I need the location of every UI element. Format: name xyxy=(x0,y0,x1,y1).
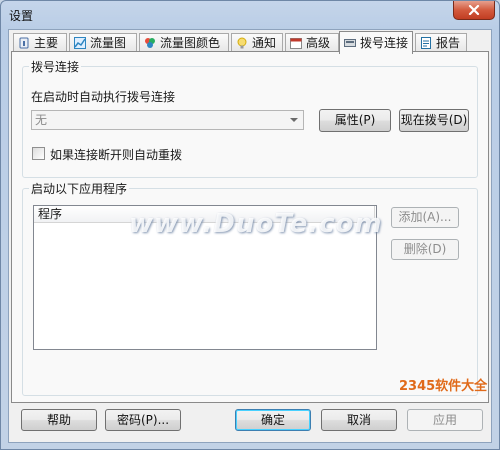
dialup-icon xyxy=(344,39,356,47)
tab-graph[interactable]: 流量图 xyxy=(69,33,137,52)
remove-program-button[interactable]: 删除(D) xyxy=(391,239,459,260)
window-title: 设置 xyxy=(9,9,34,23)
tab-report[interactable]: 报告 xyxy=(415,33,467,52)
settings-window: 设置 主要 流量图 流量图颜色 通知 高级 拨号连接 报告 拨号连接 在启动时自… xyxy=(0,0,500,450)
properties-button[interactable]: 属性(P) xyxy=(319,109,391,132)
watermark-text: www.DuoTe.com xyxy=(129,209,383,239)
close-icon xyxy=(468,5,480,15)
add-program-button[interactable]: 添加(A)... xyxy=(391,207,459,228)
watermark-logo: 2345软件大全 xyxy=(399,379,488,394)
startup-apps-group-title: 启动以下应用程序 xyxy=(29,180,130,197)
tab-strip: 主要 流量图 流量图颜色 通知 高级 拨号连接 报告 xyxy=(11,31,491,54)
bulb-icon xyxy=(237,37,247,49)
report-icon xyxy=(421,37,431,49)
tab-graph-colors[interactable]: 流量图颜色 xyxy=(139,33,229,52)
close-button[interactable] xyxy=(453,1,495,20)
cancel-button[interactable]: 取消 xyxy=(321,409,397,431)
main-icon xyxy=(19,37,29,49)
title-bar[interactable]: 设置 xyxy=(1,1,499,29)
combo-value: 无 xyxy=(35,113,48,127)
palette-icon xyxy=(145,38,155,48)
graph-icon xyxy=(74,37,86,49)
chevron-down-icon[interactable] xyxy=(290,118,298,122)
dialup-connection-select[interactable]: 无 xyxy=(31,110,304,130)
calendar-icon xyxy=(290,38,302,49)
tab-notify[interactable]: 通知 xyxy=(231,33,283,52)
tab-label: 拨号连接 xyxy=(360,36,409,50)
dialup-group-title: 拨号连接 xyxy=(29,58,82,75)
password-button[interactable]: 密码(P)... xyxy=(105,409,181,431)
tab-label: 流量图颜色 xyxy=(160,36,221,50)
tab-dialup[interactable]: 拨号连接 xyxy=(339,31,413,54)
column-header-label: 程序 xyxy=(38,207,63,221)
tab-label: 主要 xyxy=(34,36,59,50)
tab-advanced[interactable]: 高级 xyxy=(285,33,339,52)
tab-label: 报告 xyxy=(436,36,461,50)
auto-redial-label[interactable]: 如果连接断开则自动重拨 xyxy=(50,146,182,163)
tab-label: 高级 xyxy=(306,36,331,50)
tab-label: 通知 xyxy=(252,36,277,50)
auto-dial-label: 在启动时自动执行拨号连接 xyxy=(31,90,176,104)
tab-label: 流量图 xyxy=(90,36,127,50)
dialup-group: 拨号连接 在启动时自动执行拨号连接 无 属性(P) 现在拨号(D) 如果连接断开… xyxy=(22,58,478,178)
apply-button[interactable]: 应用 xyxy=(407,409,483,431)
help-button[interactable]: 帮助 xyxy=(21,409,97,431)
tab-main[interactable]: 主要 xyxy=(13,33,67,52)
dial-now-button[interactable]: 现在拨号(D) xyxy=(399,109,469,132)
auto-redial-checkbox[interactable] xyxy=(32,147,45,160)
ok-button[interactable]: 确定 xyxy=(235,409,311,431)
